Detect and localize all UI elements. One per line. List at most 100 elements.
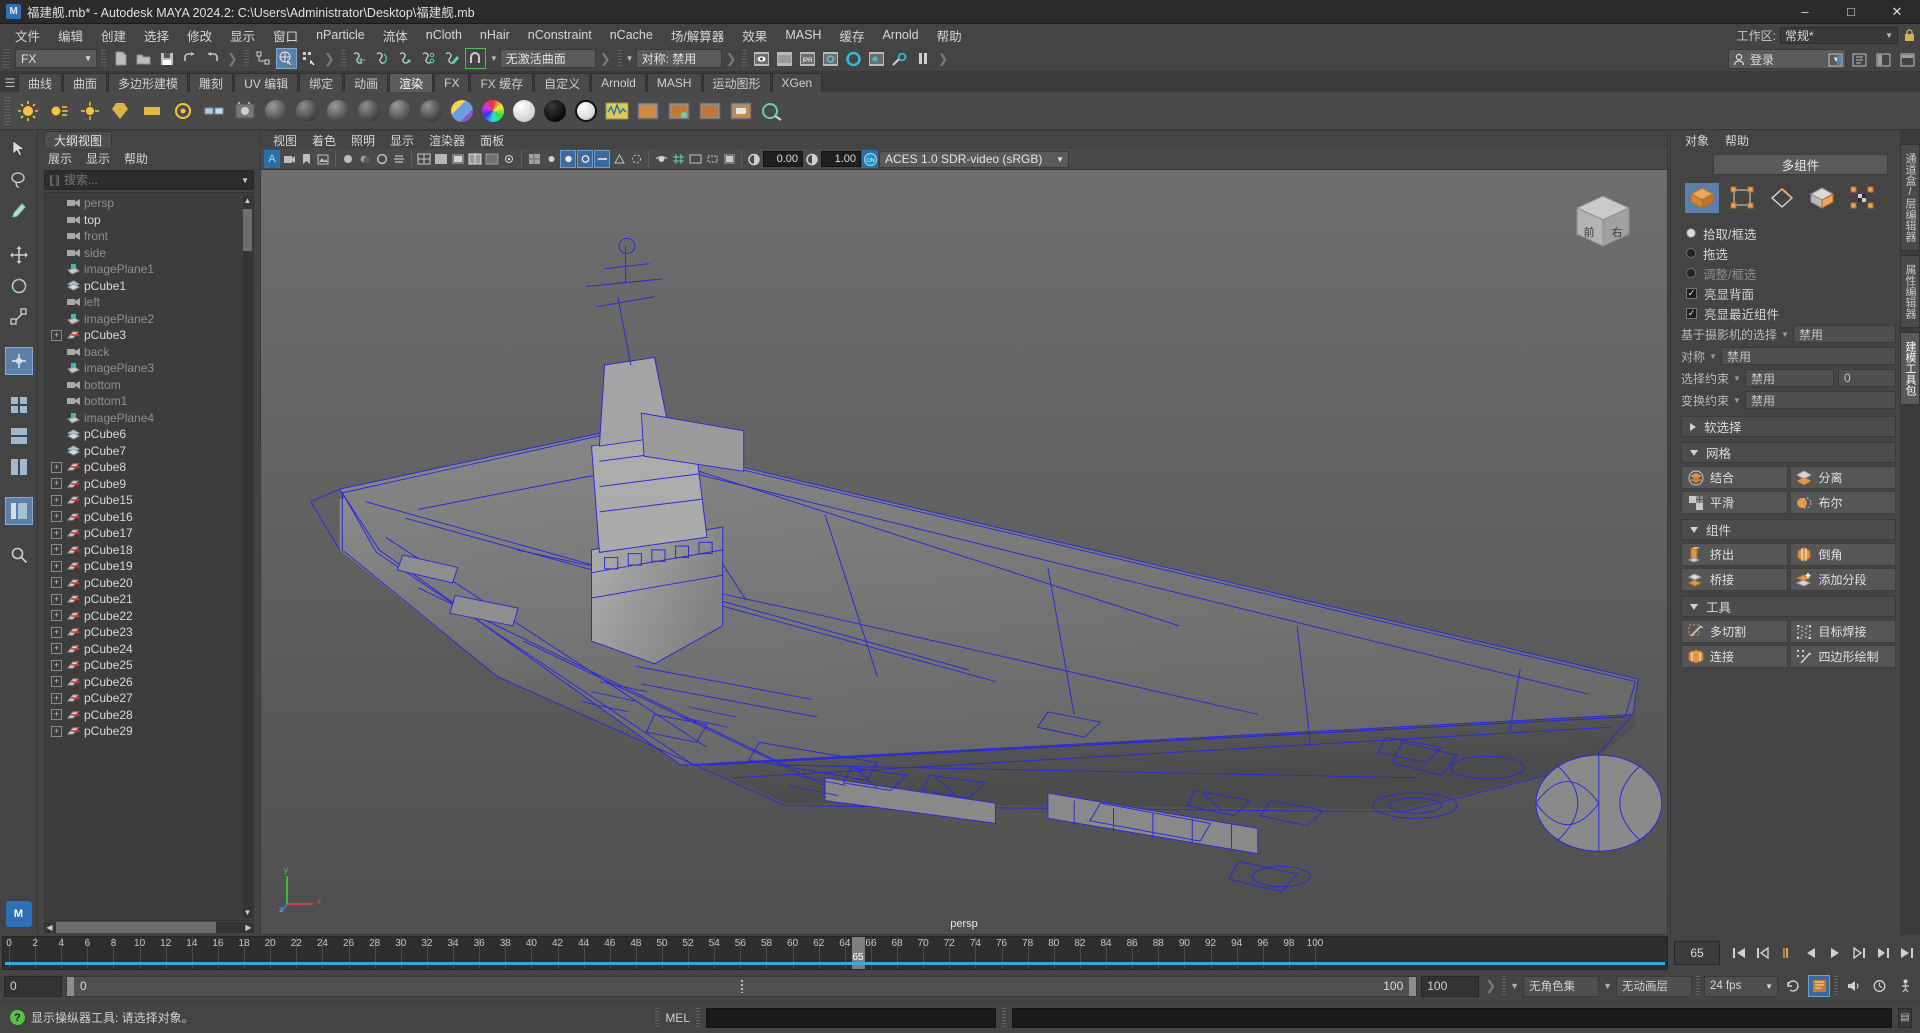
outliner-item[interactable]: imagePlane2 xyxy=(45,311,253,328)
create-ramp-shader-icon[interactable] xyxy=(448,97,476,125)
chevron-down-icon[interactable]: ▼ xyxy=(1709,352,1717,361)
render-view-icon[interactable] xyxy=(866,48,887,69)
四边形绘制-button[interactable]: 四边形绘制 xyxy=(1789,645,1896,668)
color-management-toggle-icon[interactable]: ON xyxy=(862,150,878,169)
select-camera-icon[interactable]: A xyxy=(264,150,280,169)
outliner-item[interactable]: pCube1 xyxy=(45,278,253,295)
chevron-down-icon[interactable]: ▼ xyxy=(1733,396,1741,405)
outliner-item[interactable]: pCube7 xyxy=(45,443,253,460)
outliner-item[interactable]: imagePlane3 xyxy=(45,360,253,377)
目标焊接-button[interactable]: 目标焊接 xyxy=(1789,620,1896,643)
current-frame-field[interactable]: 65 xyxy=(1674,941,1720,965)
texture-display-icon[interactable] xyxy=(526,150,542,168)
option-extra[interactable]: 0 xyxy=(1838,369,1896,387)
outliner-item[interactable]: + pCube9 xyxy=(45,476,253,493)
smooth-shade-all-icon[interactable] xyxy=(433,150,449,168)
outliner-item[interactable]: + pCube15 xyxy=(45,492,253,509)
menu-item-5[interactable]: 显示 xyxy=(221,24,264,47)
snap-dropdown-chevron-icon[interactable]: ▼ xyxy=(490,54,498,63)
depth-of-field-icon[interactable] xyxy=(628,150,644,168)
fps-combo[interactable]: 24 fps ▼ xyxy=(1704,975,1778,997)
menu-item-15[interactable]: MASH xyxy=(776,26,830,44)
scale-tool-icon[interactable] xyxy=(5,303,33,331)
menu-item-17[interactable]: Arnold xyxy=(873,26,927,44)
outliner-item[interactable]: bottom1 xyxy=(45,393,253,410)
create-blinn-icon[interactable] xyxy=(262,97,290,125)
range-slider[interactable]: 0 100 xyxy=(66,975,1418,997)
挤出-button[interactable]: 挤出 xyxy=(1681,543,1788,566)
audio-icon[interactable] xyxy=(1842,975,1864,997)
checkbox-icon[interactable]: ✓ xyxy=(1686,287,1697,299)
expand-icon[interactable]: + xyxy=(51,527,62,539)
render-layers-icon[interactable] xyxy=(727,97,755,125)
search-input[interactable] xyxy=(63,173,249,187)
wireframe-display-icon[interactable] xyxy=(416,150,432,168)
shadows-icon[interactable] xyxy=(357,150,373,168)
scroll-right-icon[interactable]: ▶ xyxy=(243,922,254,933)
light-linking-icon[interactable] xyxy=(200,97,228,125)
anim-layer-chevron-icon[interactable]: ▼ xyxy=(1603,981,1612,991)
outliner-item[interactable]: + pCube22 xyxy=(45,608,253,625)
radio-icon[interactable] xyxy=(1686,248,1696,258)
toolbar-grip-6[interactable] xyxy=(742,49,748,68)
command-input-left[interactable] xyxy=(706,1007,996,1028)
face-mode-icon[interactable] xyxy=(1805,183,1839,213)
step-back-key-icon[interactable] xyxy=(1752,942,1774,964)
toolbar-grip-5[interactable] xyxy=(616,49,622,68)
right-menu-1[interactable]: 帮助 xyxy=(1725,132,1749,149)
lighting-display-icon[interactable] xyxy=(543,150,559,168)
outliner-item[interactable]: imagePlane4 xyxy=(45,410,253,427)
shelf-tab-Arnold[interactable]: Arnold xyxy=(591,73,646,92)
move-tool-icon[interactable] xyxy=(5,241,33,269)
outliner-item[interactable]: left xyxy=(45,294,253,311)
vertex-mode-icon[interactable] xyxy=(1725,183,1759,213)
outliner-item[interactable]: + pCube23 xyxy=(45,624,253,641)
create-surface-shader-icon[interactable] xyxy=(510,97,538,125)
outliner-menu-0[interactable]: 展示 xyxy=(48,150,72,167)
tool-settings-toggle-icon[interactable] xyxy=(1873,49,1894,70)
option-value[interactable]: 禁用 xyxy=(1744,369,1834,387)
maximize-button[interactable]: □ xyxy=(1828,0,1874,24)
viewport-menu-2[interactable]: 照明 xyxy=(351,132,375,149)
viewport-menu-1[interactable]: 着色 xyxy=(312,132,336,149)
range-center-grip[interactable] xyxy=(740,979,743,993)
step-forward-frame-icon[interactable] xyxy=(1848,942,1870,964)
section-header-组件[interactable]: 组件 xyxy=(1681,519,1896,540)
film-gate-icon[interactable] xyxy=(687,150,703,168)
radio-row-1[interactable]: 拖选 xyxy=(1679,243,1896,263)
create-layered-shader-icon[interactable] xyxy=(417,97,445,125)
range-start-outer-field[interactable]: 0 xyxy=(4,975,62,997)
expand-icon[interactable]: + xyxy=(51,494,62,506)
outliner-item[interactable]: + pCube18 xyxy=(45,542,253,559)
point-light-icon[interactable] xyxy=(76,97,104,125)
scrollbar-thumb[interactable] xyxy=(243,209,252,251)
anim-layer-combo[interactable]: 无动画层 xyxy=(1616,975,1692,997)
expand-icon[interactable]: + xyxy=(51,461,62,473)
outliner-horizontal-scrollbar[interactable]: ◀ ▶ xyxy=(44,922,254,933)
screen-space-ao-icon[interactable] xyxy=(577,150,593,169)
toolbar-grip-4[interactable] xyxy=(340,49,346,68)
shelf-tab-MASH[interactable]: MASH xyxy=(646,73,702,92)
create-anisotropic-icon[interactable] xyxy=(386,97,414,125)
menu-item-14[interactable]: 效果 xyxy=(733,24,776,47)
shelf-tab-绑定[interactable]: 绑定 xyxy=(299,73,344,92)
symmetry-field[interactable]: 对称: 禁用 xyxy=(635,49,722,68)
vertical-tab-1[interactable]: 属性编辑器 xyxy=(1900,255,1920,328)
go-to-start-icon[interactable] xyxy=(1728,942,1750,964)
添加分段-button[interactable]: 添加分段 xyxy=(1789,568,1896,591)
isolate-select-icon[interactable] xyxy=(653,150,669,168)
layout-split-icon[interactable] xyxy=(5,453,33,481)
shelf-tab-渲染[interactable]: 渲染 xyxy=(389,73,434,92)
render-current-frame-icon[interactable] xyxy=(751,48,772,69)
桥接-button[interactable]: 桥接 xyxy=(1681,568,1788,591)
snap-curve-icon[interactable] xyxy=(373,48,394,69)
shelf-tab-自定义[interactable]: 自定义 xyxy=(534,73,591,92)
save-scene-icon[interactable] xyxy=(156,48,177,69)
expand-icon[interactable]: + xyxy=(51,560,62,572)
section-header-网格[interactable]: 网格 xyxy=(1681,442,1896,463)
chevron-down-icon[interactable]: ▼ xyxy=(241,176,249,185)
menu-item-9[interactable]: nCloth xyxy=(417,26,471,44)
range-right-handle[interactable] xyxy=(1409,976,1417,996)
xray-joints-icon[interactable] xyxy=(501,150,517,168)
exposure-icon[interactable] xyxy=(746,150,762,168)
